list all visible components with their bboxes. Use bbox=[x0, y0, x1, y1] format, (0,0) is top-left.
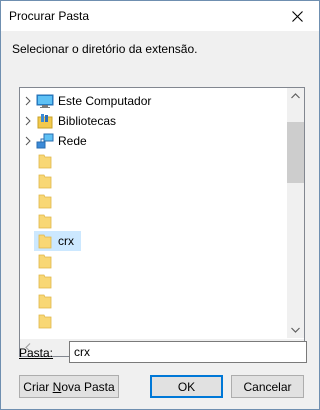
tree-item-folder[interactable] bbox=[20, 251, 286, 271]
libraries-icon bbox=[37, 114, 53, 129]
tree-item-folder[interactable] bbox=[20, 151, 286, 171]
tree-item-folder[interactable] bbox=[20, 211, 286, 231]
cancel-button[interactable]: Cancelar bbox=[231, 375, 304, 398]
vertical-scroll-thumb[interactable] bbox=[287, 122, 304, 183]
folder-icon bbox=[38, 294, 52, 309]
new-folder-button[interactable]: Criar Nova Pasta bbox=[19, 375, 119, 398]
tree-item-folder[interactable] bbox=[20, 171, 286, 191]
tree-item-folder[interactable] bbox=[20, 311, 286, 331]
scroll-down-icon[interactable] bbox=[291, 327, 300, 333]
network-icon bbox=[36, 133, 54, 149]
vertical-scrollbar[interactable] bbox=[287, 88, 304, 338]
tree-item-rede[interactable]: Rede bbox=[20, 131, 286, 151]
folder-icon bbox=[38, 234, 52, 249]
tree-item-este-computador[interactable]: Este Computador bbox=[20, 91, 286, 111]
folder-icon bbox=[38, 274, 52, 289]
folder-icon bbox=[38, 314, 52, 329]
close-button[interactable] bbox=[275, 1, 319, 31]
scroll-up-icon[interactable] bbox=[291, 93, 300, 99]
expand-arrow-icon[interactable] bbox=[23, 136, 33, 146]
tree-item-crx[interactable]: crx bbox=[20, 231, 286, 251]
browse-folder-dialog: Procurar Pasta Selecionar o diretório da… bbox=[0, 0, 320, 410]
tree-item-folder[interactable] bbox=[20, 291, 286, 311]
instruction-text: Selecionar o diretório da extensão. bbox=[12, 42, 198, 56]
ok-button[interactable]: OK bbox=[150, 375, 223, 398]
window-title: Procurar Pasta bbox=[9, 9, 90, 23]
tree-item-label: Rede bbox=[58, 134, 87, 148]
tree-item-folder[interactable] bbox=[20, 271, 286, 291]
tree-item-folder[interactable] bbox=[20, 191, 286, 211]
expand-arrow-icon[interactable] bbox=[23, 96, 33, 106]
tree-item-label: Bibliotecas bbox=[58, 114, 117, 128]
folder-icon bbox=[38, 154, 52, 169]
folder-name-input[interactable]: crx bbox=[69, 341, 307, 363]
expand-arrow-icon[interactable] bbox=[23, 116, 33, 126]
folder-field-label: Pasta: bbox=[19, 346, 54, 360]
folder-icon bbox=[38, 214, 52, 229]
dialog-body: Selecionar o diretório da extensão. Este… bbox=[1, 31, 319, 409]
computer-icon bbox=[36, 94, 54, 108]
folder-icon bbox=[38, 194, 52, 209]
folder-icon bbox=[38, 254, 52, 269]
tree-item-bibliotecas[interactable]: Bibliotecas bbox=[20, 111, 286, 131]
tree-item-label: crx bbox=[58, 234, 74, 248]
close-icon bbox=[291, 10, 303, 22]
folder-tree[interactable]: Este Computador Bibliotecas Rede crx bbox=[19, 87, 305, 357]
tree-item-label: Este Computador bbox=[58, 94, 152, 108]
title-bar: Procurar Pasta bbox=[1, 1, 319, 31]
folder-icon bbox=[38, 174, 52, 189]
